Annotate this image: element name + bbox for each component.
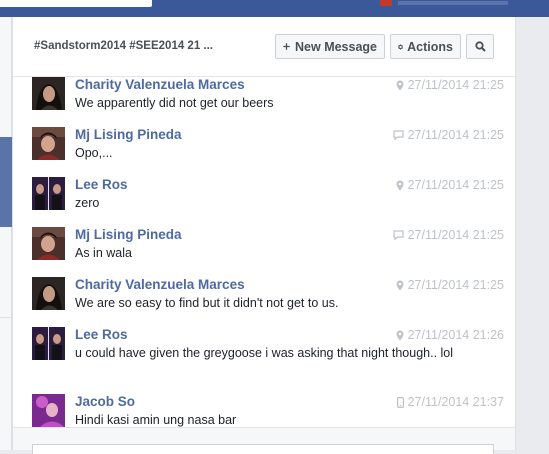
selected-thread-indicator [0,137,12,227]
location-pin-icon [396,180,404,190]
location-pin-icon [396,330,404,340]
actions-button[interactable]: Actions [390,34,461,59]
message-timestamp: 27/11/2014 21:25 [407,178,504,192]
message-meta: 27/11/2014 21:25 [396,178,504,192]
conversation-header: #Sandstorm2014 #SEE2014 21 ... New Messa… [13,17,515,77]
avatar[interactable] [32,277,65,310]
message-timestamp: 27/11/2014 21:37 [407,395,504,409]
sender-name[interactable]: Mj Lising Pineda [75,127,182,142]
avatar[interactable] [32,327,65,360]
facebook-top-bar [0,0,549,17]
avatar[interactable] [32,77,65,110]
sidebar-divider [0,317,12,318]
avatar[interactable] [32,127,65,160]
reply-input[interactable] [32,444,494,454]
location-pin-icon [396,280,404,290]
message-list[interactable]: Charity Valenzuela Marces 27/11/2014 21:… [13,77,515,427]
search-conversation-button[interactable] [466,34,494,59]
profile-name-link[interactable] [398,1,508,5]
chat-bubble-icon [393,130,404,140]
message-meta: 27/11/2014 21:25 [393,228,504,242]
message-timestamp: 27/11/2014 21:25 [407,128,504,142]
sender-name[interactable]: Jacob So [75,394,135,409]
message-text: Hindi kasi amin ung nasa bar [75,413,237,427]
new-message-label: New Message [295,39,377,54]
chat-bubble-icon [393,230,404,240]
gear-icon [398,43,404,50]
conversation-title[interactable]: #Sandstorm2014 #SEE2014 21 ... [34,40,213,52]
sender-name[interactable]: Lee Ros [75,177,128,192]
message-text: As in wala [75,246,132,260]
message-text: We are so easy to find but it didn't not… [75,296,339,310]
message-timestamp: 27/11/2014 21:25 [407,78,504,92]
message-timestamp: 27/11/2014 21:25 [407,228,504,242]
message-text: Opo,... [75,146,113,160]
left-sidebar [0,17,12,450]
message-meta: 27/11/2014 21:26 [396,328,504,342]
avatar[interactable] [32,394,65,427]
message-meta: 27/11/2014 21:25 [393,128,504,142]
location-pin-icon [396,80,404,90]
conversation-panel: #Sandstorm2014 #SEE2014 21 ... New Messa… [12,17,516,454]
reply-composer [13,427,515,454]
sender-name[interactable]: Lee Ros [75,327,128,342]
sender-name[interactable]: Charity Valenzuela Marces [75,277,245,292]
new-message-button[interactable]: New Message [275,34,385,59]
search-icon [474,41,486,52]
global-search-input[interactable] [0,0,152,7]
message-meta: 27/11/2014 21:37 [396,395,504,409]
plus-icon [283,43,290,50]
right-margin [516,17,549,450]
mobile-phone-icon [396,396,404,408]
actions-label: Actions [407,39,453,54]
sender-name[interactable]: Charity Valenzuela Marces [75,77,245,92]
message-text: We apparently did not get our beers [75,96,274,110]
avatar[interactable] [32,227,65,260]
message-meta: 27/11/2014 21:25 [396,78,504,92]
avatar[interactable] [32,177,65,210]
message-meta: 27/11/2014 21:25 [396,278,504,292]
message-text: u could have given the greygoose i was a… [75,346,454,360]
message-text: zero [75,196,100,210]
profile-avatar[interactable] [380,0,392,6]
sender-name[interactable]: Mj Lising Pineda [75,227,182,242]
message-timestamp: 27/11/2014 21:25 [407,278,504,292]
message-timestamp: 27/11/2014 21:26 [407,328,504,342]
